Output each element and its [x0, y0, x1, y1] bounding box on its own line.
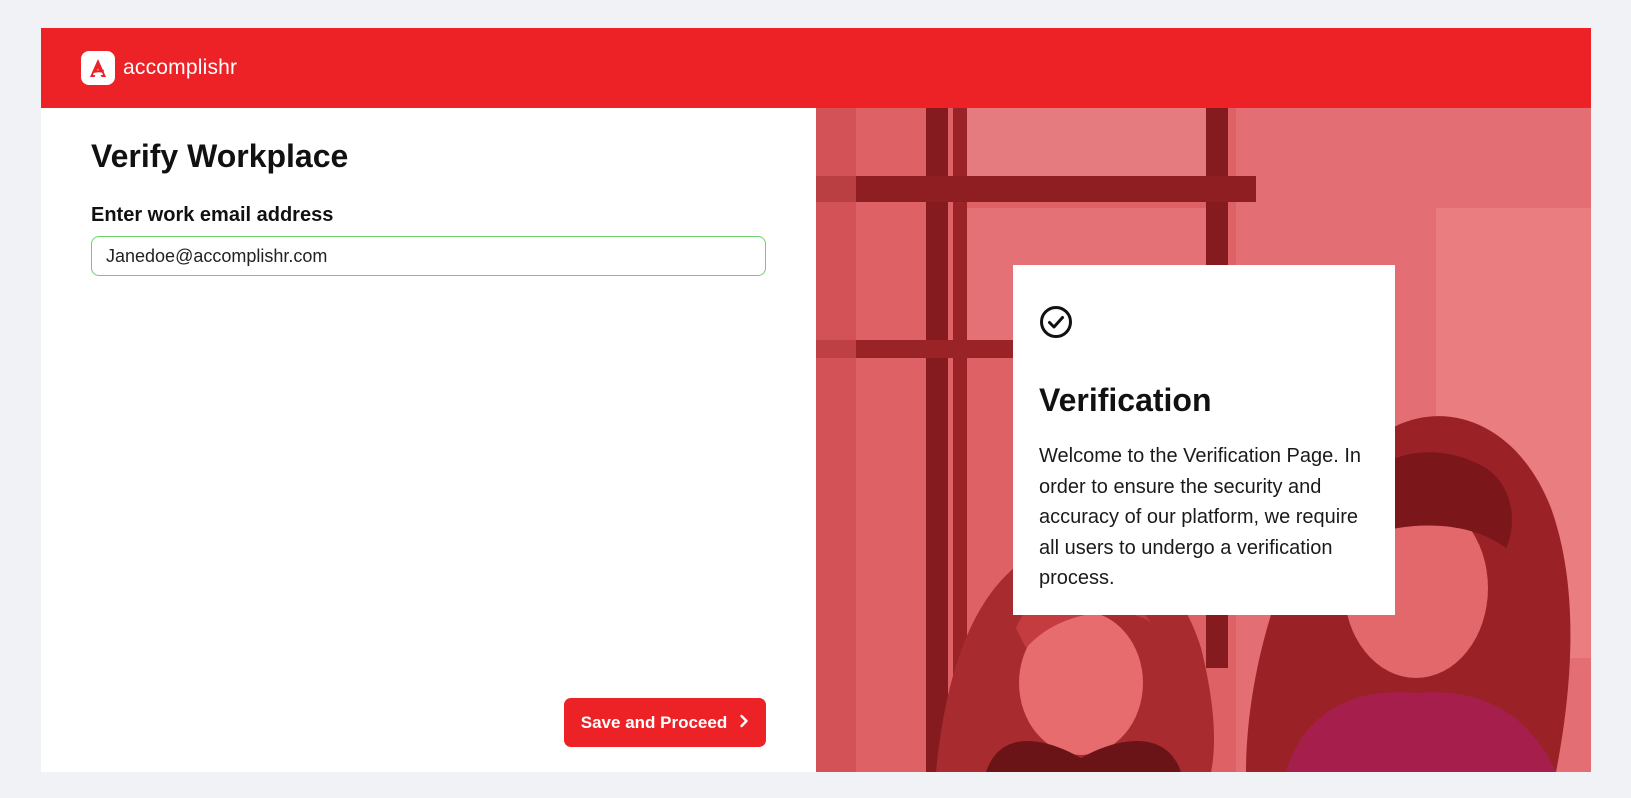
hero-image-panel: Verification Welcome to the Verification… [816, 108, 1591, 772]
check-circle-icon [1039, 306, 1073, 343]
brand-logo[interactable]: accomplishr [81, 51, 237, 85]
chevron-right-icon [739, 713, 749, 733]
top-bar: accomplishr [41, 28, 1591, 108]
verification-title: Verification [1039, 382, 1212, 418]
verification-info-card: Verification Welcome to the Verification… [1013, 265, 1395, 615]
save-and-proceed-label: Save and Proceed [580, 712, 728, 732]
page-title: Verify Workplace [91, 138, 349, 174]
verify-form-panel: Verify Workplace Enter work email addres… [41, 108, 816, 772]
app-frame: accomplishr Verify Workplace Enter work … [41, 28, 1591, 772]
email-field-label: Enter work email address [91, 204, 334, 226]
work-email-input[interactable] [91, 236, 766, 276]
save-and-proceed-button[interactable]: Save and Proceed [564, 698, 766, 747]
brand-logo-icon [81, 51, 115, 85]
brand-name: accomplishr [123, 56, 238, 79]
verification-description: Welcome to the Verification Page. In ord… [1039, 445, 1362, 589]
